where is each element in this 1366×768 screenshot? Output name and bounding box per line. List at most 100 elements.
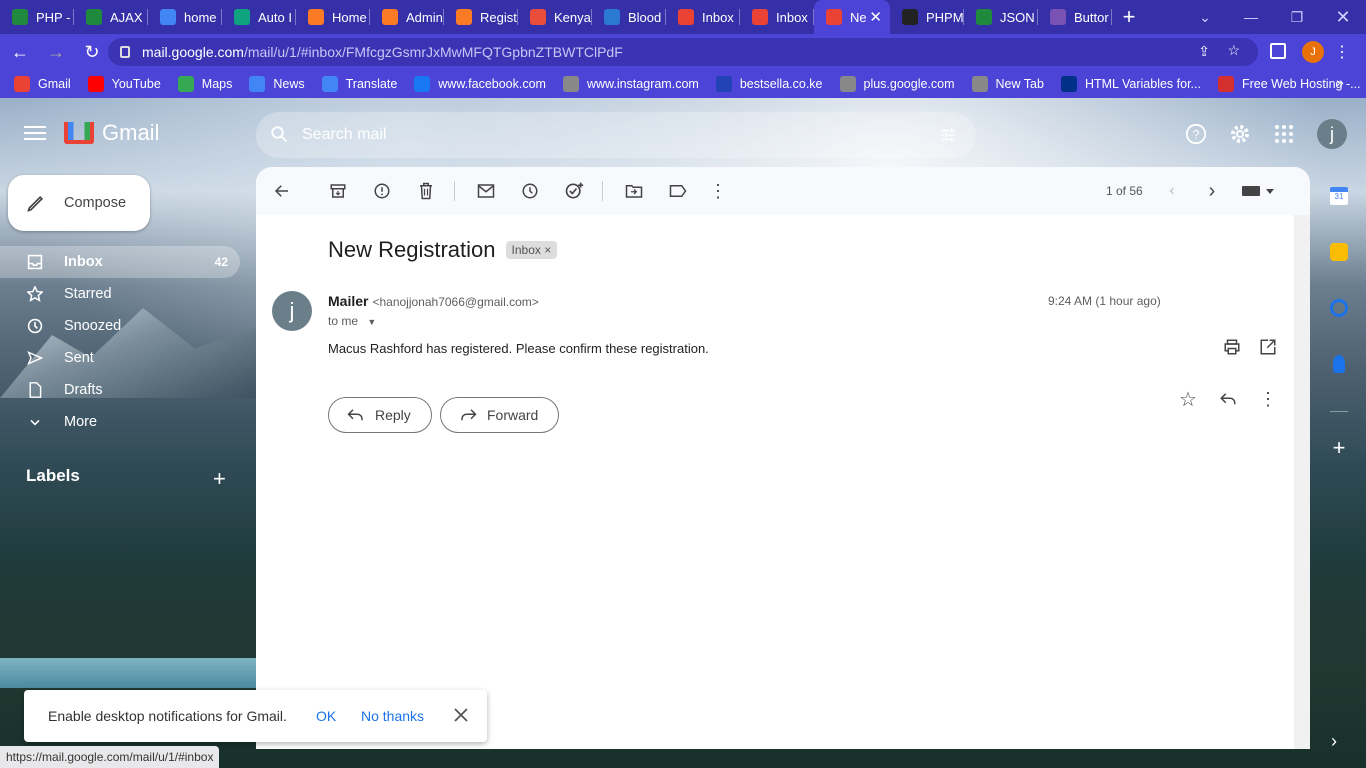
browser-tab[interactable]: home	[148, 0, 222, 34]
apps-grid-icon[interactable]	[1272, 122, 1296, 146]
minimize-button[interactable]: —	[1228, 0, 1274, 34]
add-task-icon[interactable]	[564, 181, 584, 201]
browser-tab[interactable]: JSON	[964, 0, 1038, 34]
browser-tab[interactable]: Admin	[370, 0, 444, 34]
browser-tab[interactable]: Blood	[592, 0, 666, 34]
bookmark-item[interactable]: Gmail	[14, 76, 71, 92]
toast-ok-button[interactable]: OK	[316, 708, 336, 724]
browser-tab[interactable]: Home	[296, 0, 370, 34]
print-icon[interactable]	[1222, 337, 1242, 357]
get-addons-icon[interactable]: +	[1330, 437, 1348, 459]
search-icon[interactable]	[270, 125, 288, 143]
more-options-icon[interactable]: ⋮	[708, 181, 728, 201]
back-button[interactable]: ←	[4, 36, 36, 68]
star-icon[interactable]: ☆	[1178, 389, 1198, 411]
side-panel-icon[interactable]	[1270, 43, 1286, 59]
sender-name[interactable]: Mailer	[328, 293, 368, 309]
search-mail-input[interactable]: Search mail	[256, 112, 976, 158]
inbox-label-chip[interactable]: Inbox ×	[505, 241, 558, 259]
sidebar-item-drafts[interactable]: Drafts	[0, 374, 240, 406]
browser-tab[interactable]: AJAX	[74, 0, 148, 34]
toast-no-thanks-button[interactable]: No thanks	[361, 708, 424, 724]
bookmark-item[interactable]: bestsella.co.ke	[715, 76, 823, 92]
reply-button[interactable]: Reply	[328, 397, 432, 433]
url-field[interactable]: mail.google.com/mail/u/1/#inbox/FMfcgzGs…	[108, 38, 1258, 66]
bookmark-item[interactable]: www.facebook.com	[414, 76, 546, 92]
older-chevron-icon[interactable]: ›	[1202, 180, 1222, 202]
profile-avatar[interactable]: J	[1302, 41, 1324, 63]
gmail-logo[interactable]: Gmail	[64, 120, 159, 146]
sidebar-item-inbox[interactable]: Inbox 42	[0, 246, 240, 278]
browser-tab[interactable]: Kenya	[518, 0, 592, 34]
tab-title: Admin	[406, 9, 443, 25]
browser-tab[interactable]: Inbox	[666, 0, 740, 34]
show-side-panel-icon[interactable]: ›	[1331, 731, 1337, 752]
sidebar-item-sent[interactable]: Sent	[0, 342, 240, 374]
bookmark-item[interactable]: Translate	[321, 76, 397, 92]
google-icon	[160, 9, 176, 25]
browser-tab[interactable]: Buttor	[1038, 0, 1112, 34]
sidebar-item-label: Inbox	[64, 254, 103, 270]
snooze-icon[interactable]	[520, 181, 540, 201]
delete-icon[interactable]	[416, 181, 436, 201]
sidebar-item-starred[interactable]: Starred	[0, 278, 240, 310]
settings-gear-icon[interactable]	[1228, 122, 1252, 146]
mark-unread-icon[interactable]	[476, 181, 496, 201]
calendar-icon[interactable]: 31	[1330, 187, 1348, 205]
report-spam-icon[interactable]	[372, 181, 392, 201]
forward-button[interactable]: Forward	[440, 397, 560, 433]
toast-close-icon[interactable]	[454, 708, 468, 722]
sender-avatar[interactable]: j	[272, 291, 312, 331]
browser-tab[interactable]: Inbox	[740, 0, 814, 34]
bookmark-item[interactable]: New Tab	[971, 76, 1044, 92]
recipient-line[interactable]: to me ▼	[328, 314, 376, 328]
browser-menu-icon[interactable]: ⋮	[1334, 42, 1350, 62]
details-dropdown-icon[interactable]: ▼	[367, 317, 376, 327]
archive-icon[interactable]	[328, 181, 348, 201]
forward-button[interactable]: →	[40, 36, 72, 68]
search-options-icon[interactable]	[938, 126, 958, 144]
browser-tab[interactable]: Ne ✕	[814, 0, 890, 34]
close-tab-icon[interactable]: ✕	[869, 8, 882, 26]
restore-button[interactable]: ❐	[1274, 0, 1320, 34]
main-menu-icon[interactable]	[24, 123, 46, 141]
browser-tab[interactable]: Auto I	[222, 0, 296, 34]
contacts-icon[interactable]	[1333, 355, 1345, 373]
input-tools-icon[interactable]	[1240, 181, 1276, 201]
tab-search-icon[interactable]: ⌄	[1182, 0, 1228, 34]
scrollbar[interactable]	[1294, 215, 1310, 749]
move-to-icon[interactable]	[624, 181, 644, 201]
browser-tab[interactable]: Regist	[444, 0, 518, 34]
help-icon[interactable]: ?	[1184, 122, 1208, 146]
account-avatar[interactable]: j	[1317, 119, 1347, 149]
sidebar-item-more[interactable]: More	[0, 406, 240, 438]
newer-chevron-icon[interactable]: ‹	[1162, 181, 1182, 201]
browser-tab[interactable]: PHP -	[0, 0, 74, 34]
compose-button[interactable]: Compose	[8, 175, 150, 231]
back-to-inbox-icon[interactable]	[272, 181, 292, 201]
sidebar-item-snoozed[interactable]: Snoozed	[0, 310, 240, 342]
browser-tab[interactable]: PHPM	[890, 0, 964, 34]
open-new-window-icon[interactable]	[1258, 337, 1278, 357]
reload-button[interactable]: ↻	[76, 36, 108, 68]
label-icon[interactable]	[668, 181, 688, 201]
forward-label: Forward	[487, 407, 539, 423]
bookmark-item[interactable]: YouTube	[87, 76, 161, 92]
bookmark-item[interactable]: plus.google.com	[839, 76, 955, 92]
tasks-icon[interactable]	[1330, 299, 1348, 317]
email-subject: New Registration Inbox ×	[328, 237, 558, 263]
close-window-button[interactable]: ✕	[1320, 0, 1366, 34]
bookmark-item[interactable]: Maps	[177, 76, 232, 92]
bookmarks-overflow-icon[interactable]: »	[1336, 74, 1344, 90]
bookmark-star-icon[interactable]: ☆	[1227, 42, 1240, 59]
bestsella-icon	[715, 76, 732, 92]
bookmark-item[interactable]: www.instagram.com	[562, 76, 699, 92]
reply-icon[interactable]	[1218, 389, 1238, 409]
more-email-options-icon[interactable]: ⋮	[1258, 389, 1278, 409]
share-icon[interactable]: ⇪	[1198, 43, 1210, 60]
bookmark-item[interactable]: HTML Variables for...	[1060, 76, 1201, 92]
bookmark-item[interactable]: News	[249, 76, 305, 92]
new-tab-button[interactable]: +	[1112, 0, 1146, 34]
add-label-icon[interactable]: +	[213, 466, 226, 492]
keep-icon[interactable]	[1330, 243, 1348, 261]
